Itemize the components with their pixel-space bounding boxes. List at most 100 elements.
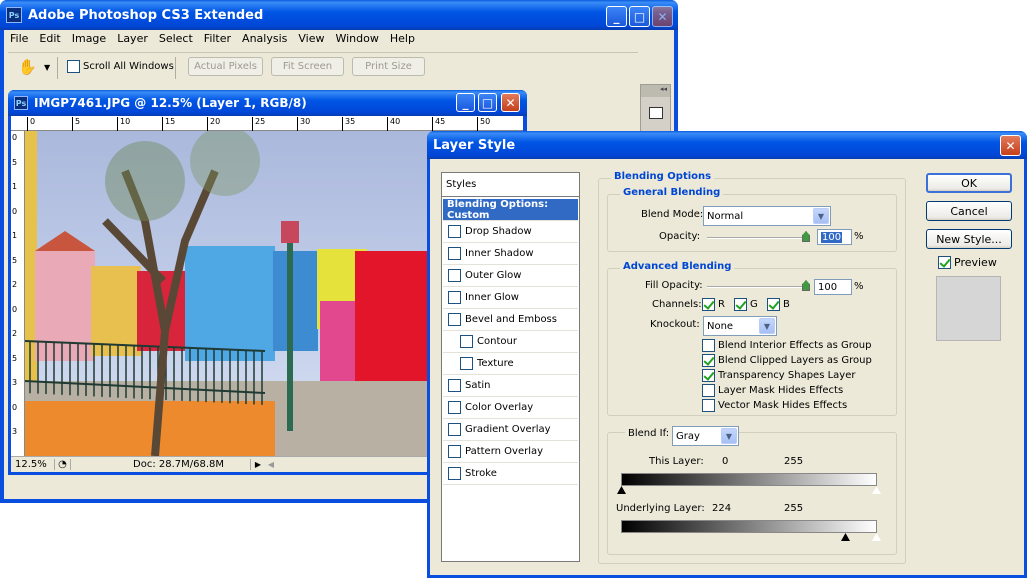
channel-g-box[interactable] [734, 298, 747, 311]
option-checkbox[interactable] [702, 339, 715, 352]
layer-style-title-bar[interactable]: Layer Style [427, 131, 1027, 159]
menu-item-filter[interactable]: Filter [204, 32, 231, 48]
style-item-drop-shadow[interactable]: Drop Shadow [443, 221, 578, 243]
option-blend-interior-effects-as-group[interactable]: Blend Interior Effects as Group [702, 339, 871, 352]
style-checkbox[interactable] [448, 379, 461, 392]
style-checkbox[interactable] [448, 269, 461, 282]
channel-r-checkbox[interactable]: R [702, 298, 725, 311]
layers-panel-icon[interactable] [649, 107, 663, 119]
cancel-button[interactable]: Cancel [926, 201, 1012, 221]
blend-mode-select[interactable]: Normal ▼ [703, 206, 831, 226]
menu-item-file[interactable]: File [10, 32, 28, 48]
option-checkbox[interactable] [702, 369, 715, 382]
style-checkbox[interactable] [448, 291, 461, 304]
hand-tool-icon[interactable]: ✋ [18, 57, 40, 77]
style-checkbox[interactable] [448, 445, 461, 458]
maximize-button[interactable]: □ [629, 6, 650, 27]
status-info-icon[interactable]: ◔ [55, 459, 71, 470]
chevron-down-icon[interactable]: ▼ [721, 428, 737, 444]
option-vector-mask-hides-effects[interactable]: Vector Mask Hides Effects [702, 399, 847, 412]
blending-options-title: Blending Options [611, 171, 715, 182]
style-item-bevel-and-emboss[interactable]: Bevel and Emboss [443, 309, 578, 331]
channel-b-checkbox[interactable]: B [767, 298, 790, 311]
style-checkbox[interactable] [460, 357, 473, 370]
option-checkbox[interactable] [702, 384, 715, 397]
option-blend-clipped-layers-as-group[interactable]: Blend Clipped Layers as Group [702, 354, 872, 367]
style-item-label: Gradient Overlay [465, 424, 551, 435]
photoshop-title-bar[interactable]: Ps Adobe Photoshop CS3 Extended [0, 0, 678, 30]
channel-g-checkbox[interactable]: G [734, 298, 758, 311]
dialog-close-button[interactable]: ✕ [1000, 135, 1021, 156]
style-item-texture[interactable]: Texture [443, 353, 578, 375]
options-separator [175, 57, 176, 79]
style-checkbox[interactable] [448, 401, 461, 414]
opacity-input[interactable]: 100 [817, 229, 852, 245]
minimize-button[interactable]: _ [606, 6, 627, 27]
style-checkbox[interactable] [448, 313, 461, 326]
blend-if-select[interactable]: Gray ▼ [672, 426, 739, 446]
chevron-down-icon[interactable]: ▼ [813, 208, 829, 224]
tool-preset-chevron-icon[interactable]: ▼ [44, 63, 50, 72]
menu-item-select[interactable]: Select [159, 32, 193, 48]
opacity-slider-track[interactable] [707, 237, 808, 239]
close-button[interactable]: ✕ [652, 6, 673, 27]
menu-item-window[interactable]: Window [335, 32, 378, 48]
doc-maximize-button[interactable]: □ [478, 93, 497, 112]
style-item-stroke[interactable]: Stroke [443, 463, 578, 485]
ok-button[interactable]: OK [926, 173, 1012, 193]
status-menu-arrow-icon[interactable]: ▶ [251, 460, 265, 469]
zoom-level[interactable]: 12.5% [11, 459, 55, 470]
style-checkbox[interactable] [448, 467, 461, 480]
option-label: Transparency Shapes Layer [718, 370, 856, 381]
document-title-bar[interactable]: Ps IMGP7461.JPG @ 12.5% (Layer 1, RGB/8) [8, 90, 527, 116]
image-canvas[interactable] [25, 131, 433, 456]
scroll-all-windows-checkbox[interactable]: Scroll All Windows [67, 60, 174, 73]
menu-item-view[interactable]: View [298, 32, 324, 48]
option-layer-mask-hides-effects[interactable]: Layer Mask Hides Effects [702, 384, 843, 397]
channel-b-box[interactable] [767, 298, 780, 311]
style-item-outer-glow[interactable]: Outer Glow [443, 265, 578, 287]
style-item-blending-options-custom[interactable]: Blending Options: Custom [443, 199, 578, 221]
style-checkbox[interactable] [448, 423, 461, 436]
style-item-pattern-overlay[interactable]: Pattern Overlay [443, 441, 578, 463]
scroll-left-icon[interactable]: ◀ [265, 460, 277, 469]
channel-r-box[interactable] [702, 298, 715, 311]
menu-item-image[interactable]: Image [72, 32, 106, 48]
styles-header[interactable]: Styles [442, 173, 579, 197]
option-checkbox[interactable] [702, 354, 715, 367]
option-transparency-shapes-layer[interactable]: Transparency Shapes Layer [702, 369, 855, 382]
style-item-inner-shadow[interactable]: Inner Shadow [443, 243, 578, 265]
style-checkbox[interactable] [460, 335, 473, 348]
style-checkbox[interactable] [448, 225, 461, 238]
preview-box[interactable] [938, 256, 951, 269]
option-checkbox[interactable] [702, 399, 715, 412]
style-item-label: Color Overlay [465, 402, 534, 413]
this-layer-gradient [621, 473, 877, 486]
collapse-dock-icon[interactable]: ◂◂ [641, 85, 670, 97]
actual-pixels-button[interactable]: Actual Pixels [188, 57, 263, 76]
print-size-button[interactable]: Print Size [352, 57, 425, 76]
preview-checkbox[interactable]: Preview [938, 256, 997, 269]
style-item-color-overlay[interactable]: Color Overlay [443, 397, 578, 419]
chevron-down-icon[interactable]: ▼ [759, 318, 775, 334]
doc-minimize-button[interactable]: _ [456, 93, 475, 112]
new-style-button[interactable]: New Style... [926, 229, 1012, 249]
style-item-inner-glow[interactable]: Inner Glow [443, 287, 578, 309]
knockout-select[interactable]: None ▼ [703, 316, 777, 336]
style-item-satin[interactable]: Satin [443, 375, 578, 397]
menu-item-help[interactable]: Help [390, 32, 415, 48]
menu-item-layer[interactable]: Layer [117, 32, 148, 48]
style-item-gradient-overlay[interactable]: Gradient Overlay [443, 419, 578, 441]
menu-item-edit[interactable]: Edit [39, 32, 60, 48]
fill-opacity-slider-track[interactable] [707, 286, 808, 288]
fill-opacity-input[interactable]: 100 [814, 279, 852, 295]
style-item-contour[interactable]: Contour [443, 331, 578, 353]
fit-screen-button[interactable]: Fit Screen [271, 57, 344, 76]
ruler-h-tick: 30 [297, 117, 310, 131]
doc-close-button[interactable]: ✕ [501, 93, 520, 112]
scroll-all-checkbox-box[interactable] [67, 60, 80, 73]
menu-item-analysis[interactable]: Analysis [242, 32, 287, 48]
maximize-icon: □ [481, 95, 494, 110]
opacity-label: Opacity: [659, 231, 701, 242]
style-checkbox[interactable] [448, 247, 461, 260]
